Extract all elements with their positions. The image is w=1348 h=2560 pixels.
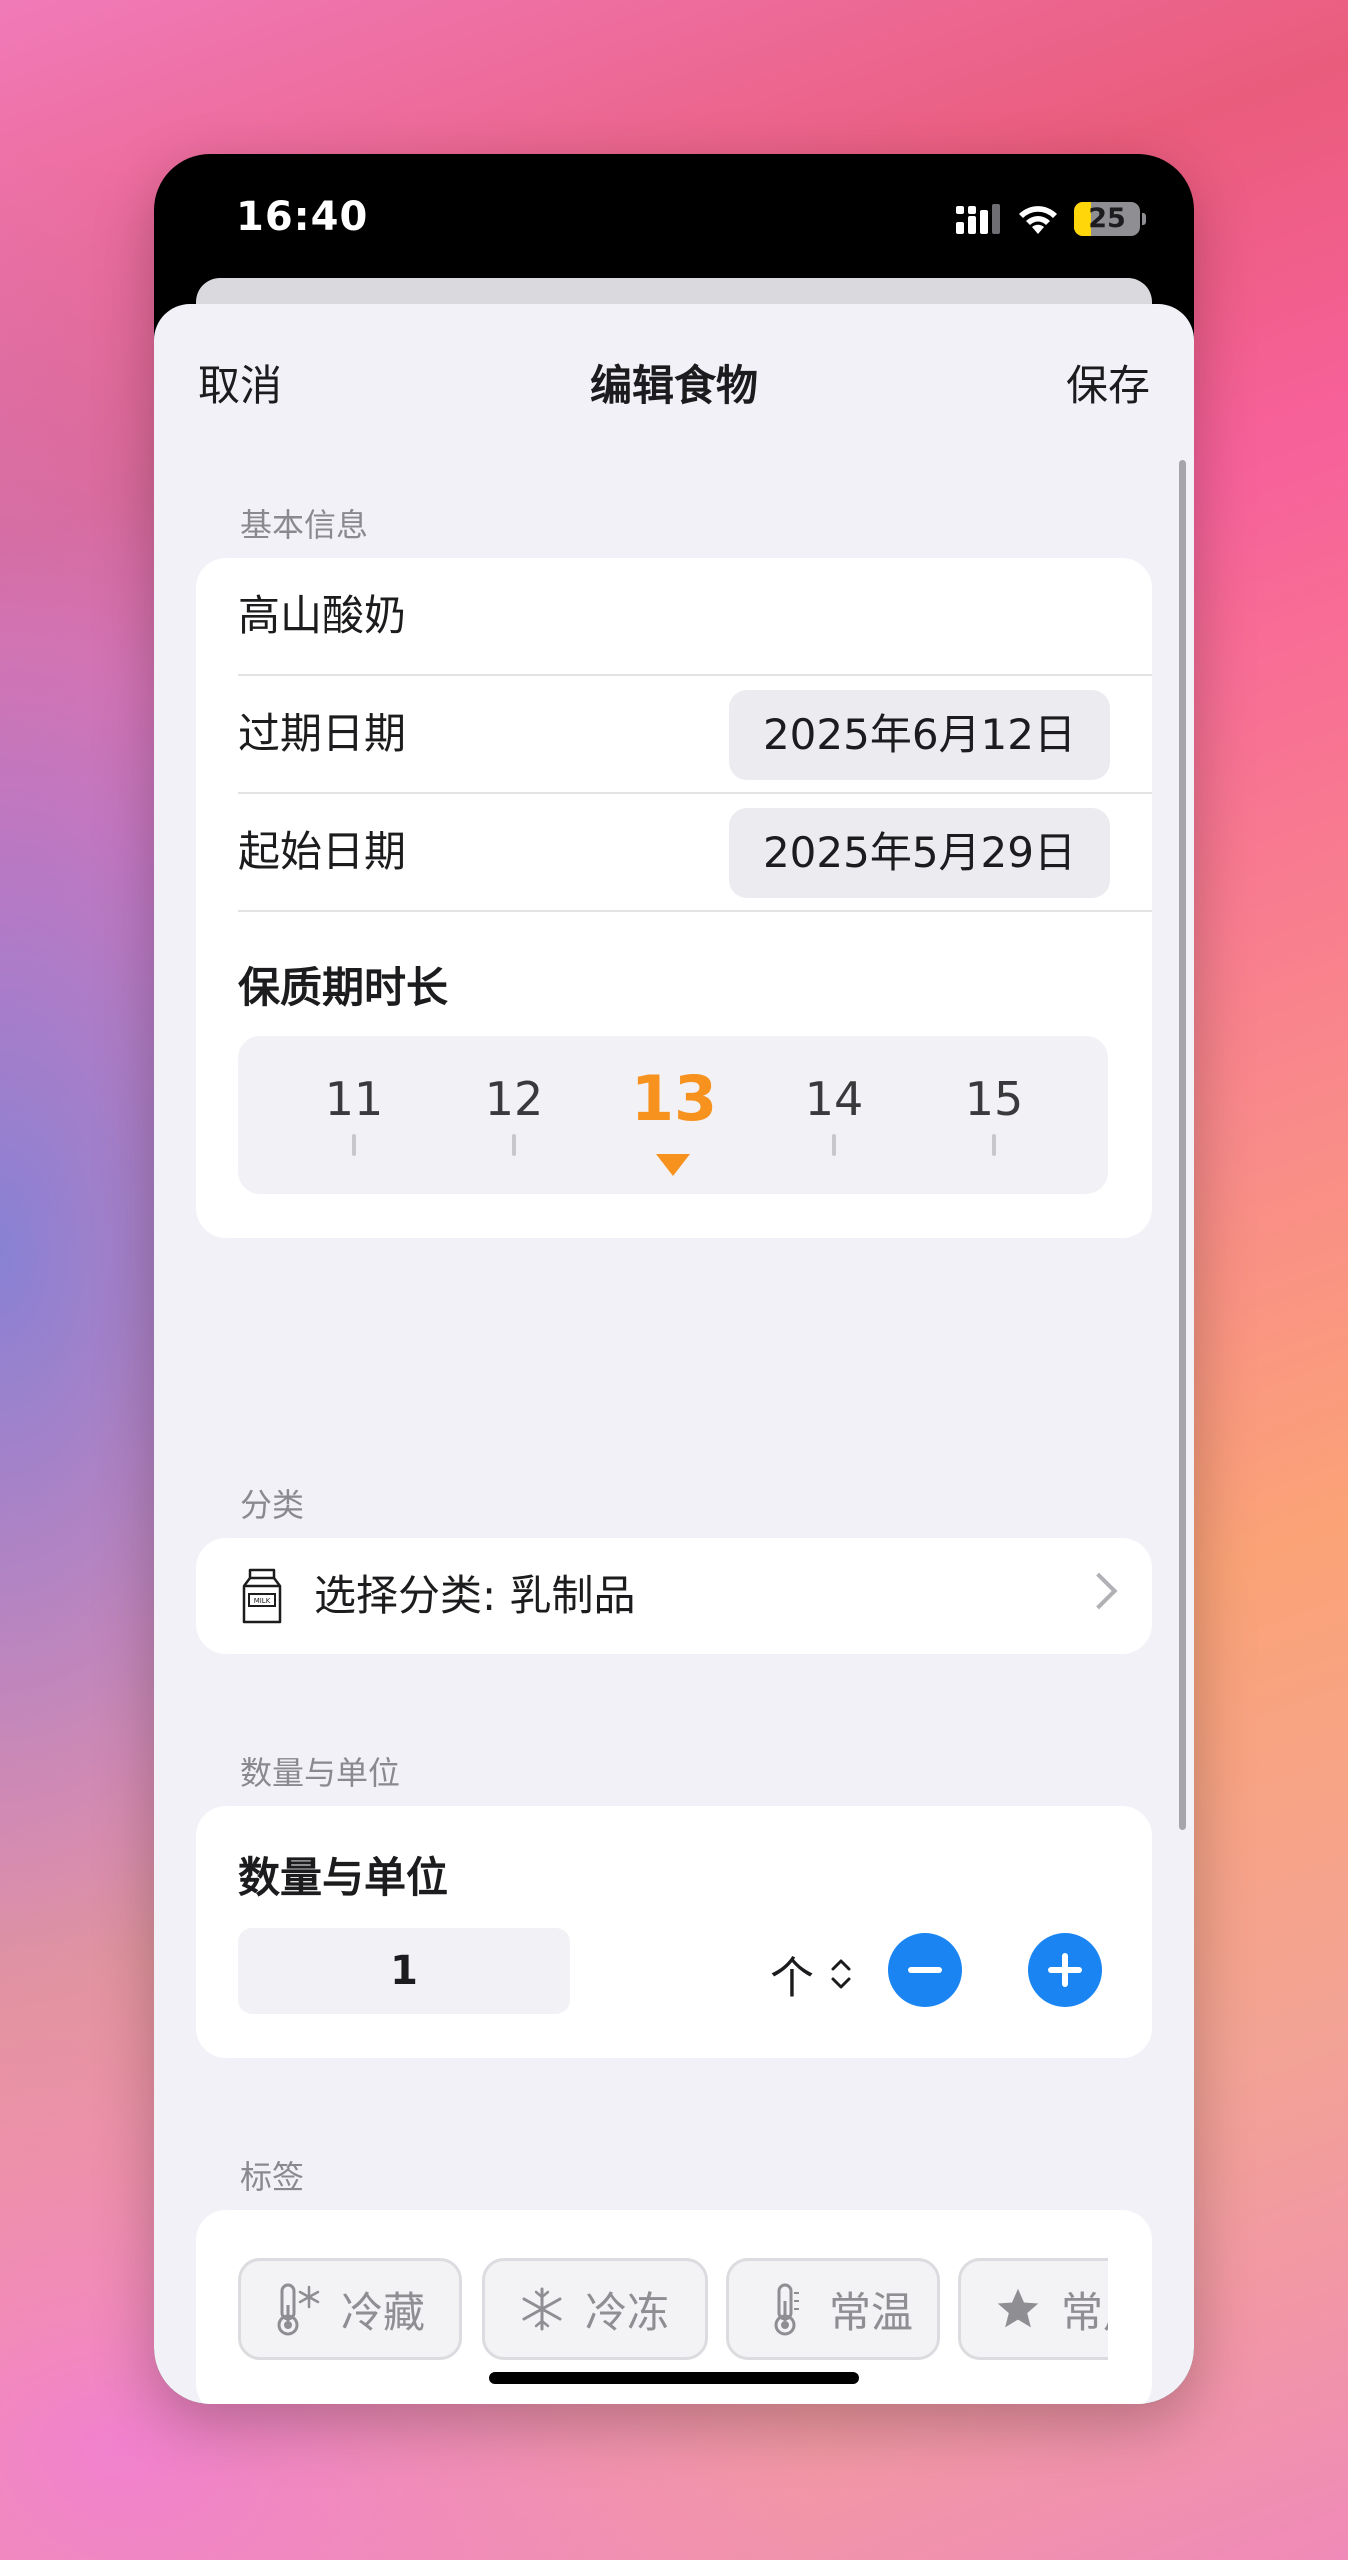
picker-tick (352, 1134, 356, 1156)
scroll-indicator[interactable] (1179, 460, 1186, 1830)
tag-chip[interactable]: 冷冻 (482, 2258, 708, 2360)
tag-label: 冷冻 (585, 2287, 670, 2337)
thermometer-snow-icon (275, 2281, 321, 2337)
section-header-quantity: 数量与单位 (240, 1754, 401, 1792)
picker-option[interactable]: 12 (464, 1072, 564, 1126)
minus-icon (908, 1967, 942, 1973)
increment-button[interactable] (1028, 1933, 1102, 2007)
section-header-basic-info: 基本信息 (240, 506, 369, 544)
tag-chip[interactable]: 常用 (958, 2258, 1108, 2360)
picker-indicator-arrow (656, 1154, 690, 1176)
tags-scroll[interactable]: 冷藏 冷冻 常温 常 (238, 2258, 1108, 2368)
quantity-card: 数量与单位 1 个 (196, 1806, 1152, 2058)
start-date-picker[interactable]: 2025年5月29日 (728, 808, 1110, 898)
battery-icon: 25 (1074, 202, 1140, 236)
picker-tick (512, 1134, 516, 1156)
food-name-row[interactable]: 高山酸奶 (238, 558, 1152, 674)
category-label: 选择分类: 乳制品 (314, 1571, 636, 1620)
battery-level: 25 (1088, 203, 1126, 234)
tag-label: 冷藏 (341, 2287, 426, 2337)
tag-chip[interactable]: 常温 (726, 2258, 940, 2360)
snowflake-icon (519, 2281, 565, 2337)
picker-option[interactable]: 15 (944, 1072, 1044, 1126)
status-icons: 25 (956, 202, 1146, 236)
edit-food-sheet: 取消 编辑食物 保存 基本信息 高山酸奶 过期日期 2025年6月12日 起始日… (154, 304, 1194, 2404)
picker-tick (992, 1134, 996, 1156)
chevron-up-down-icon (831, 1959, 851, 1989)
tag-chip[interactable]: 冷藏 (238, 2258, 462, 2360)
picker-option[interactable]: 14 (784, 1072, 884, 1126)
page-title: 编辑食物 (589, 361, 758, 410)
shelf-life-title: 保质期时长 (238, 963, 449, 1012)
picker-option[interactable]: 11 (304, 1072, 404, 1126)
tag-label: 常用 (1061, 2287, 1108, 2337)
status-bar: 16:40 25 (154, 154, 1194, 284)
section-header-tags: 标签 (240, 2158, 305, 2196)
expiry-date-row: 过期日期 2025年6月12日 (238, 676, 1152, 792)
section-header-category: 分类 (240, 1486, 305, 1524)
svg-text:MILK: MILK (254, 1597, 271, 1605)
start-date-label: 起始日期 (238, 827, 407, 876)
food-name-field[interactable]: 高山酸奶 (238, 558, 406, 674)
picker-tick (832, 1134, 836, 1156)
shelf-life-picker[interactable]: 11 12 13 14 15 (238, 1036, 1108, 1194)
milk-carton-icon: MILK (242, 1568, 282, 1624)
start-date-row: 起始日期 2025年5月29日 (238, 794, 1152, 910)
expiry-date-label: 过期日期 (238, 709, 407, 758)
home-indicator[interactable] (489, 2372, 859, 2384)
divider (238, 910, 1152, 912)
basic-info-card: 高山酸奶 过期日期 2025年6月12日 起始日期 2025年5月29日 保质期… (196, 558, 1152, 1238)
wifi-icon (1019, 206, 1057, 234)
unit-value: 个 (770, 1953, 814, 2004)
signal-icon (956, 204, 1000, 234)
decrement-button[interactable] (888, 1933, 962, 2007)
status-time: 16:40 (236, 194, 369, 240)
unit-select[interactable]: 个 (770, 1942, 854, 2006)
category-row[interactable]: MILK 选择分类: 乳制品 (196, 1538, 1152, 1654)
thermometer-icon (763, 2281, 809, 2337)
quantity-title: 数量与单位 (238, 1853, 449, 1902)
star-icon (995, 2281, 1041, 2337)
phone-frame: 16:40 25 取消 编辑食物 保存 基本信息 高山酸奶 过期日期 2025年… (154, 154, 1194, 2404)
tag-label: 常温 (829, 2287, 914, 2337)
save-button[interactable]: 保存 (1066, 352, 1150, 413)
picker-option-selected[interactable]: 13 (624, 1062, 724, 1135)
expiry-date-picker[interactable]: 2025年6月12日 (728, 690, 1110, 780)
quantity-input[interactable]: 1 (238, 1928, 570, 2014)
nav-bar: 取消 编辑食物 保存 (154, 304, 1194, 454)
chevron-right-icon (1080, 1572, 1118, 1610)
